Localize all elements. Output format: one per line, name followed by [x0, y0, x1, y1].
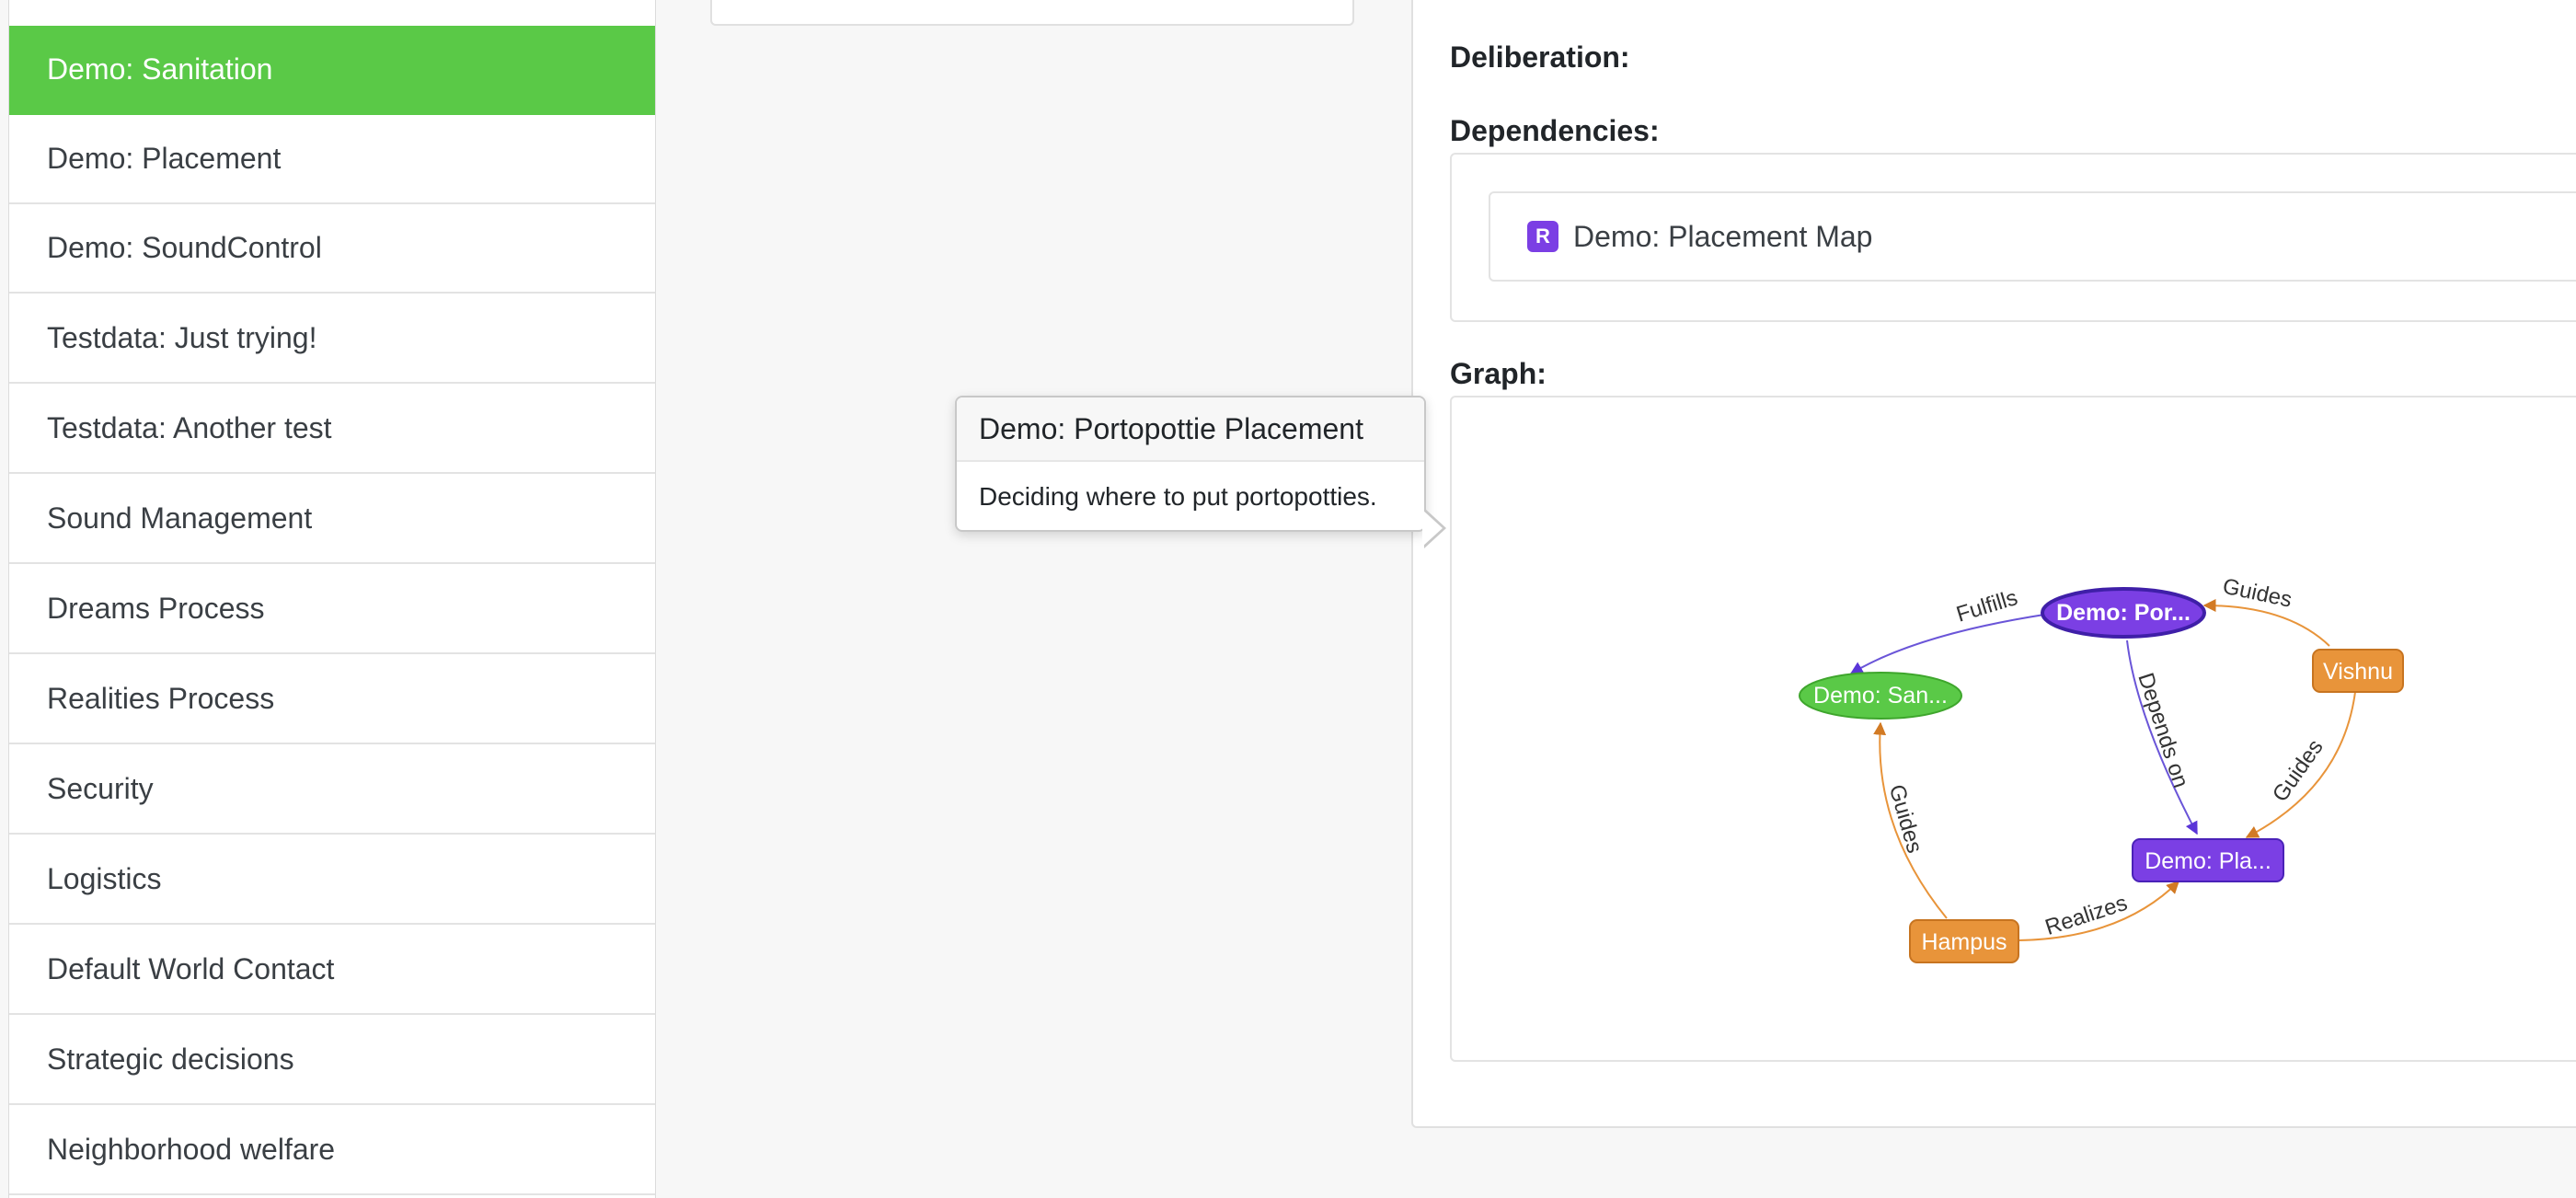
graph-node-label: Demo: Pla... — [2145, 848, 2271, 874]
sidebar-item-demo-soundcontrol[interactable]: Demo: SoundControl — [9, 204, 655, 294]
graph-node-label: Hampus — [1921, 929, 2007, 955]
graph-node-placement[interactable]: Demo: Pla... — [2132, 838, 2284, 882]
relationship-graph[interactable]: Fulfills Guides Depends on Guides Guides… — [1450, 396, 2576, 1058]
dependency-item[interactable]: R Demo: Placement Map — [1489, 191, 2576, 282]
sidebar-item-dreams-process[interactable]: Dreams Process — [9, 565, 655, 654]
sidebar-item-demo-placement[interactable]: Demo: Placement — [9, 115, 655, 204]
dependencies-label: Dependencies: — [1450, 114, 1660, 147]
edge-fulfills — [1849, 614, 2045, 674]
edge-label-guides-3: Guides — [1884, 782, 1927, 857]
popover-title: Demo: Portopottie Placement — [957, 397, 1424, 462]
dependency-label: Demo: Placement Map — [1573, 219, 1873, 253]
graph-node-sanitation[interactable]: Demo: San... — [1799, 672, 1962, 720]
sidebar-list: Demo: Sanitation Demo: Placement Demo: S… — [8, 0, 656, 1198]
sidebar-item-security[interactable]: Security — [9, 745, 655, 835]
graph-node-vishnu[interactable]: Vishnu — [2312, 649, 2404, 693]
sidebar-item-neighborhood-welfare[interactable]: Neighborhood welfare — [9, 1106, 655, 1195]
node-popover: Demo: Portopottie Placement Deciding whe… — [955, 396, 1426, 532]
sidebar-item-strategic-decisions[interactable]: Strategic decisions — [9, 1016, 655, 1105]
sidebar-item-testdata-another-test[interactable]: Testdata: Another test — [9, 385, 655, 474]
sidebar-item-testdata-just-trying[interactable]: Testdata: Just trying! — [9, 294, 655, 384]
sidebar-item-default-world-contact[interactable]: Default World Contact — [9, 926, 655, 1015]
dependency-type-badge: R — [1527, 221, 1558, 252]
deliberation-label: Deliberation: — [1450, 40, 1630, 74]
edge-vishnu-guides-portopottie — [2202, 599, 2330, 647]
popover-body: Deciding where to put portopotties. — [979, 482, 1377, 511]
graph-node-label: Demo: San... — [1813, 683, 1948, 708]
sidebar-item-logistics[interactable]: Logistics — [9, 835, 655, 925]
graph-node-label: Demo: Por... — [2056, 600, 2191, 626]
graph-node-portopottie[interactable]: Demo: Por... — [2041, 587, 2206, 639]
popover-arrow-inner — [1422, 510, 1443, 547]
graph-node-hampus[interactable]: Hampus — [1909, 919, 2019, 963]
sidebar-item-demo-sanitation[interactable]: Demo: Sanitation — [9, 26, 655, 115]
sidebar-item-sound-management[interactable]: Sound Management — [9, 475, 655, 564]
edge-label-guides-2: Guides — [2268, 735, 2329, 807]
graph-label: Graph: — [1450, 357, 1547, 390]
edge-label-depends-on: Depends on — [2133, 670, 2193, 790]
middle-card — [710, 0, 1354, 26]
graph-node-label: Vishnu — [2323, 659, 2393, 685]
sidebar-item-realities-process[interactable]: Realities Process — [9, 655, 655, 744]
